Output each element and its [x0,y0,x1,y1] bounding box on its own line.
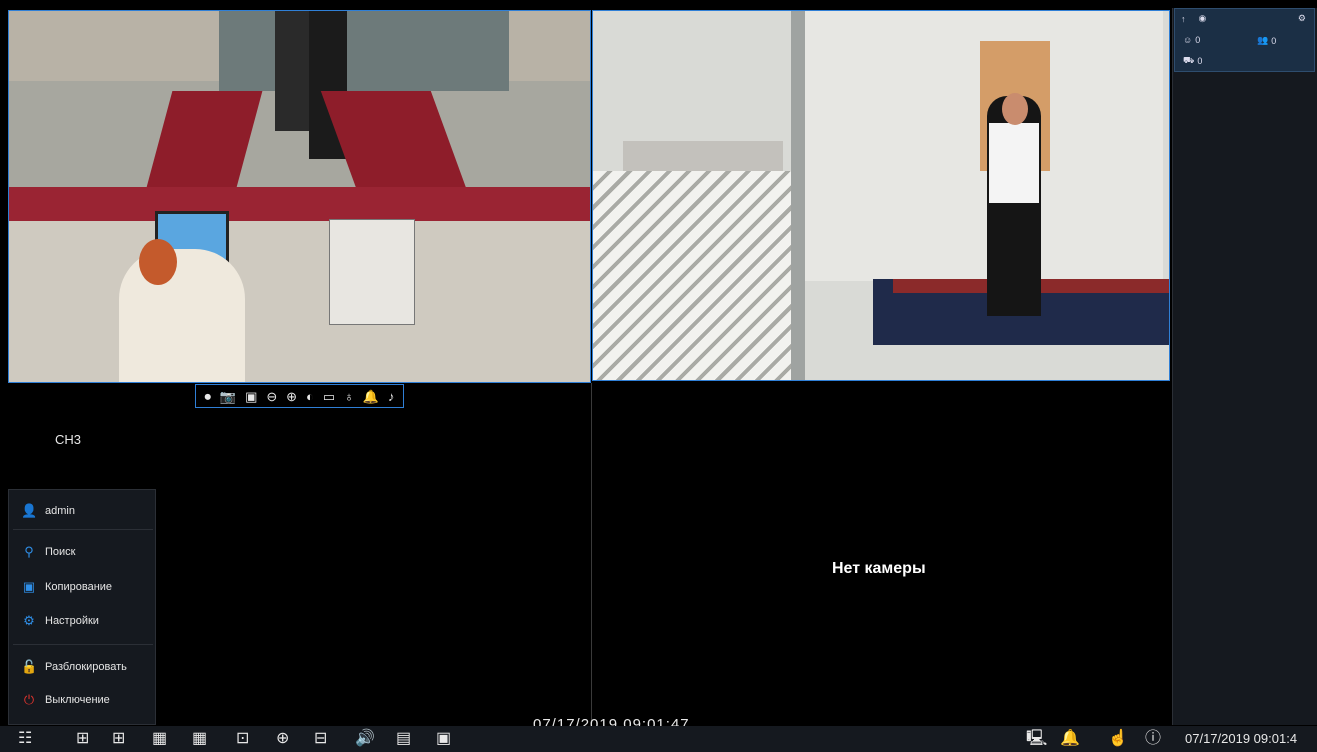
color-icon[interactable]: ◐ [306,390,314,403]
settings-icon[interactable]: ⚙ [1298,13,1306,24]
right-side-panel [1172,8,1317,725]
vehicle-count: 0 [1197,56,1203,66]
power-icon: ⏻ [23,692,35,707]
manual-alarm-icon[interactable]: ☝ [1108,729,1128,749]
people-count: 0 [1271,35,1277,46]
layout-3x3-icon[interactable]: ▦ [152,729,167,749]
user-name: admin [45,505,75,517]
layout-pip-icon[interactable]: ⊕ [276,729,289,749]
playback-icon[interactable]: ▣ [436,729,451,749]
no-camera-label: Нет камеры [832,560,926,577]
menu-user[interactable]: 👤 admin [9,498,155,524]
backup-icon: ▣ [22,579,36,594]
layout-1x1-icon[interactable]: ⊞ [76,729,89,749]
scene-person [275,11,309,131]
camera-tile-ch2[interactable] [592,10,1170,381]
scene-printer [329,219,415,325]
volume-icon[interactable]: 🔊 [355,729,375,749]
pin-icon[interactable]: ↑ [1181,14,1186,24]
search-icon: ⚲ [24,544,34,559]
settings-icon: ⚙ [23,613,35,628]
stream-icon[interactable]: ▭ [323,390,335,403]
zoom-icon[interactable]: ⊕ [286,390,297,403]
alarm-icon[interactable]: 🔔 [1060,729,1080,749]
scene-pillar [791,11,805,380]
scene-person [119,249,245,382]
record-icon[interactable]: ⏺ [204,390,211,403]
detection-stats: ↑ ◉ ⚙ ☺ 0 👥 0 ⛟ 0 [1174,8,1315,72]
menu-item-shutdown[interactable]: ⏻ Выключение [9,687,155,713]
layout-custom-icon[interactable]: ⊡ [236,729,249,749]
camera-toolbar: ⏺ 📷 ▣ ⊖ ⊕ ◐ ▭ ♁ 🔔 ♪ [195,384,404,408]
scene-head [1002,93,1028,125]
layout-4x4-icon[interactable]: ▦ [192,729,207,749]
light-icon[interactable]: ♁ [344,390,354,403]
start-menu: 👤 admin ⚲ Поиск ▣ Копирование ⚙ Настройк… [8,489,156,725]
menu-item-search[interactable]: ⚲ Поиск [9,539,155,565]
camera-tile-ch1[interactable] [8,10,591,383]
taskbar: ☷ ⊞ ⊞ ▦ ▦ ⊡ ⊕ ⊟ 🔊 ▤ ▣ 🖳 🔔 ☝ ⓘ [0,726,1317,752]
hd-sd-icon[interactable]: ▤ [396,729,411,749]
alarm-icon[interactable]: 🔔 [363,390,379,403]
layout-2x2-icon[interactable]: ⊞ [112,729,125,749]
menu-divider [13,529,153,530]
menu-item-backup[interactable]: ▣ Копирование [9,574,155,600]
menu-item-unlock[interactable]: 🔓 Разблокировать [9,654,155,680]
eye-icon[interactable]: ◉ [1199,13,1207,24]
scene-doorway [219,11,509,91]
user-icon: 👤 [21,503,38,518]
scene-counter [9,187,590,223]
menu-divider [13,644,153,645]
menu-item-settings[interactable]: ⚙ Настройки [9,608,155,634]
face-icon: ☺ [1183,35,1193,45]
scene-desk [9,221,590,382]
playback-icon[interactable]: ▣ [245,390,257,403]
menu-item-label: Копирование [45,581,113,593]
scene-head [139,239,177,285]
face-count: 0 [1195,35,1201,45]
channel-label-ch3: CH3 [55,432,82,447]
ptz-icon[interactable]: ⊖ [266,390,277,403]
menu-item-label: Настройки [45,615,99,627]
start-menu-icon[interactable]: ☷ [18,729,32,749]
sequence-icon[interactable]: ⊟ [314,729,327,749]
menu-item-label: Выключение [45,694,110,706]
network-icon[interactable]: 🖳 [1026,729,1047,749]
audio-icon[interactable]: ♪ [388,390,395,403]
unlock-icon: 🔓 [21,659,38,674]
snapshot-icon[interactable]: 📷 [220,390,236,403]
menu-item-label: Разблокировать [45,661,127,673]
clock: 07/17/2019 09:01:4 [1185,731,1298,746]
tile-divider [591,383,592,725]
scene-shirt [989,123,1039,203]
osd-timestamp: 07/17/2019 09:01:47 [533,716,690,726]
menu-item-label: Поиск [45,546,76,558]
info-icon[interactable]: ⓘ [1145,729,1161,749]
scene-glass [593,171,803,380]
vehicle-icon: ⛟ [1183,55,1195,65]
people-icon: 👥 [1257,35,1269,45]
